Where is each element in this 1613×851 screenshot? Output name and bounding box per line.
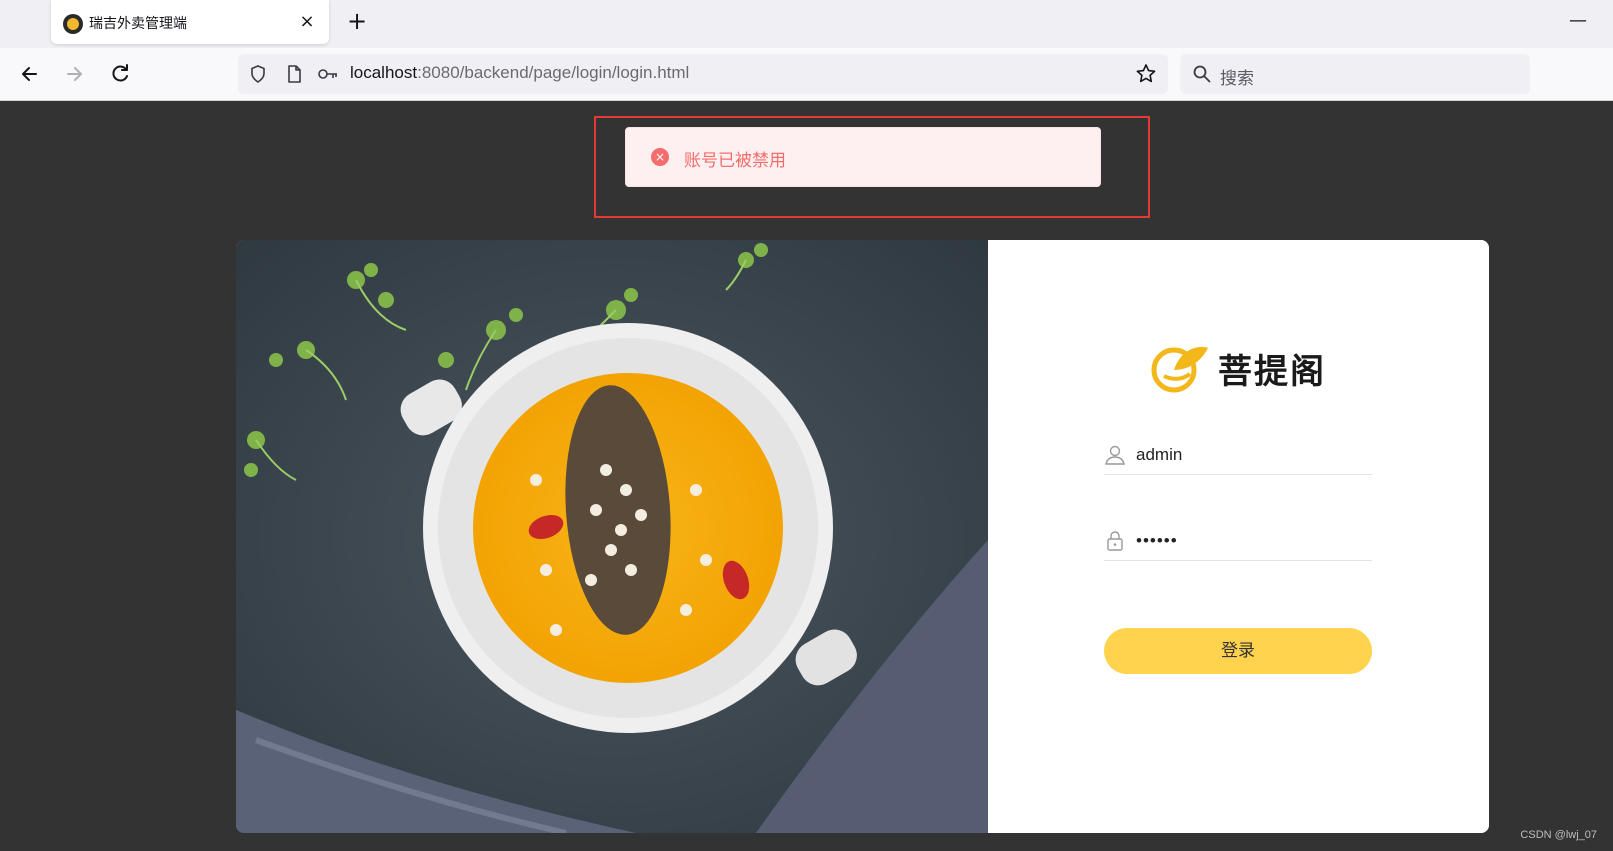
watermark: CSDN @lwj_07 [1520, 829, 1597, 841]
bookmark-star-icon[interactable] [1134, 62, 1158, 86]
brand-name: 菩提阁 [1218, 352, 1326, 392]
search-bar[interactable]: 搜索 [1180, 54, 1530, 94]
search-icon [1192, 64, 1212, 84]
lock-icon [1104, 530, 1126, 552]
reload-icon[interactable] [104, 58, 136, 90]
url-path: :8080/backend/page/login/login.html [417, 63, 690, 82]
key-icon[interactable] [316, 64, 340, 84]
site-favicon [63, 14, 83, 34]
error-icon: × [651, 148, 669, 166]
minimize-window-button[interactable]: — [1563, 6, 1593, 36]
page-icon[interactable] [284, 64, 304, 84]
password-value[interactable]: •••••• [1136, 531, 1178, 551]
food-photo [236, 240, 988, 833]
browser-toolbar: localhost:8080/backend/page/login/login.… [0, 48, 1613, 101]
browser-tab-bar: 瑞吉外卖管理端 × + — [0, 0, 1613, 48]
password-field[interactable]: •••••• [1104, 524, 1372, 561]
tab-title: 瑞吉外卖管理端 [89, 16, 187, 32]
url-text[interactable]: localhost:8080/backend/page/login/login.… [350, 63, 689, 83]
url-host: localhost [350, 63, 418, 82]
error-message-text: 账号已被禁用 [684, 151, 786, 171]
error-message-toast: × 账号已被禁用 [625, 127, 1101, 187]
browser-tab[interactable]: 瑞吉外卖管理端 × [51, 0, 329, 44]
user-icon [1104, 444, 1126, 466]
brand-logo-icon [1151, 346, 1208, 393]
login-button[interactable]: 登录 [1104, 628, 1372, 674]
username-value[interactable]: admin [1136, 445, 1182, 465]
username-field[interactable]: admin [1104, 438, 1372, 475]
back-icon[interactable] [14, 58, 46, 90]
close-tab-icon[interactable]: × [295, 10, 319, 34]
login-card: 菩提阁 admin •••••• 登录 [236, 240, 1489, 833]
login-panel: 菩提阁 admin •••••• 登录 [988, 240, 1489, 833]
address-bar[interactable]: localhost:8080/backend/page/login/login.… [238, 54, 1168, 94]
new-tab-button[interactable]: + [343, 8, 371, 36]
brand-logo: 菩提阁 [1150, 340, 1330, 396]
search-placeholder: 搜索 [1220, 69, 1254, 89]
forward-icon[interactable] [58, 58, 90, 90]
shield-icon[interactable] [248, 64, 268, 84]
